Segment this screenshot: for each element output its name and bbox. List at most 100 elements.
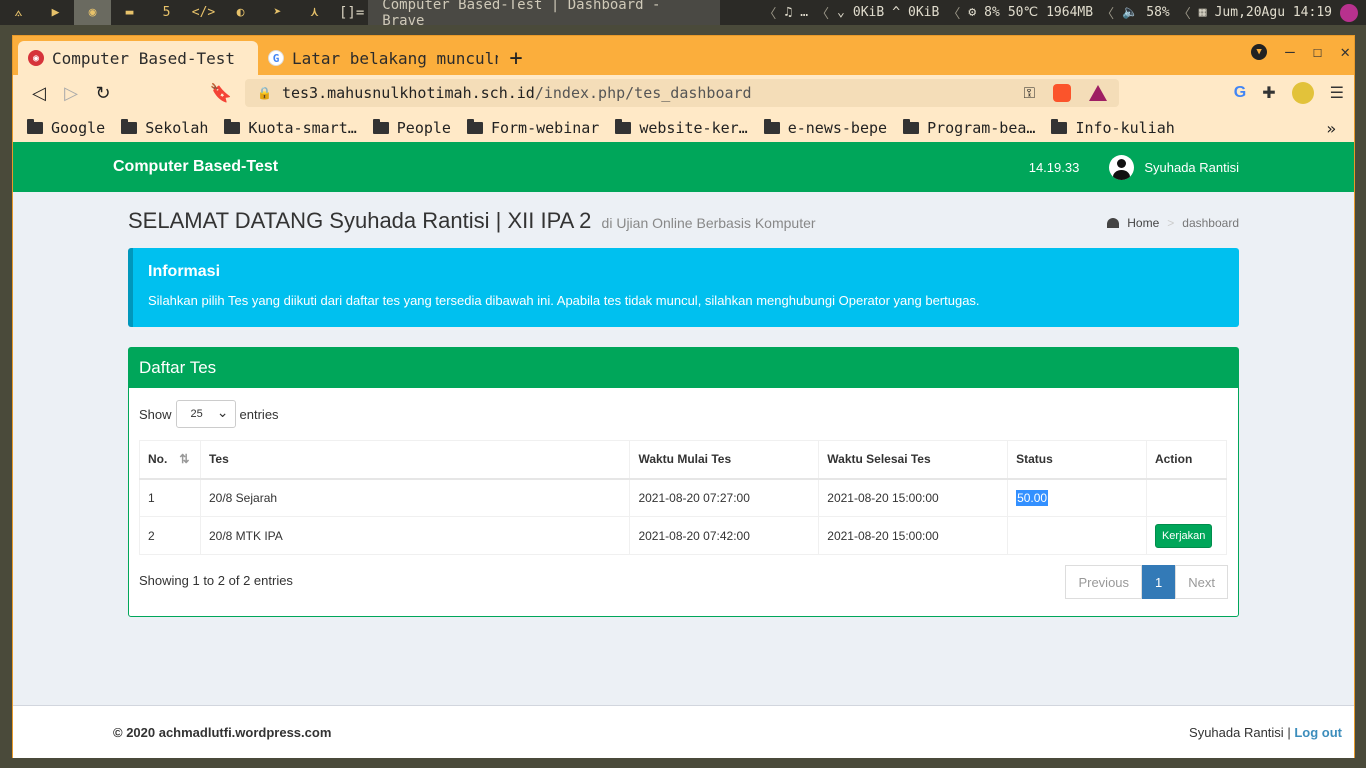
reload-button[interactable]: ↻ — [87, 79, 119, 107]
puzzle-icon[interactable]: ✚ — [1262, 83, 1275, 103]
table-row: 1 20/8 Sejarah 2021-08-20 07:27:00 2021-… — [139, 478, 1228, 517]
brand-logo[interactable]: Computer Based-Test — [113, 158, 278, 176]
tab-strip: ◉ Computer Based-Test G Latar belakang m… — [13, 36, 1354, 75]
firefox-dev-icon[interactable] — [1340, 3, 1358, 22]
brave-shields-icon[interactable] — [1053, 84, 1071, 102]
browser-workspace-icon[interactable]: ◉ — [74, 0, 111, 25]
page-1-button[interactable]: 1 — [1142, 565, 1176, 599]
tests-table: No. ⇅ Tes Waktu Mulai Tes Waktu Selesai T… — [139, 440, 1228, 555]
folder-icon — [1051, 119, 1068, 134]
back-button[interactable]: ◁ — [23, 79, 55, 107]
volume-level: 58% — [1146, 5, 1170, 20]
info-callout: Informasi Silahkan pilih Tes yang diikut… — [128, 248, 1239, 327]
net-up-icon: ^ — [892, 5, 901, 20]
maximize-icon[interactable]: ☐ — [1313, 42, 1323, 61]
bookmark-form-webinar[interactable]: Form-webinar — [466, 119, 599, 137]
folder-icon — [372, 119, 389, 134]
copyright: © 2020 achmadlutfi.wordpress.com — [113, 724, 332, 740]
minimize-icon[interactable]: — — [1285, 42, 1295, 61]
calendar-icon: ▦ — [1198, 5, 1207, 20]
forward-button[interactable]: ▷ — [55, 79, 87, 107]
folder-icon — [763, 119, 780, 134]
tab-title: Computer Based-Test — [52, 48, 236, 68]
bookmark-kuota[interactable]: Kuota-smart… — [224, 119, 357, 137]
address-bar[interactable]: 🔒 tes3.mahusnulkhotimah.sch.id /index.ph… — [245, 79, 1119, 107]
profile-avatar-icon[interactable] — [1291, 82, 1314, 104]
info-text: Silahkan pilih Tes yang diikuti dari daf… — [148, 293, 980, 308]
memory-usage: 1964MB — [1046, 5, 1094, 20]
folder-icon — [615, 119, 632, 134]
footer-user: Syuhada Rantisi — [1189, 724, 1284, 740]
folder-icon — [466, 119, 483, 134]
folder-workspace-icon[interactable]: ▬ — [111, 0, 148, 25]
user-name: Syuhada Rantisi — [1144, 159, 1239, 175]
bookmark-sekolah[interactable]: Sekolah — [121, 119, 208, 137]
entries-select[interactable]: 25 — [175, 400, 236, 428]
page-title: SELAMAT DATANG Syuhada Rantisi | XII IPA… — [128, 208, 816, 233]
column-header-status[interactable]: Status — [1007, 440, 1147, 480]
tab-latar-belakang[interactable]: G Latar belakang munculnya — [258, 41, 498, 75]
bookmark-e-news[interactable]: e-news-bepe — [763, 119, 887, 137]
key-icon[interactable]: ⚿ — [1024, 84, 1035, 102]
column-header-action[interactable]: Action — [1145, 440, 1228, 480]
column-header-tes[interactable]: Tes — [199, 440, 631, 480]
net-up: 0KiB — [908, 5, 940, 20]
url-path: /index.php/tes_dashboard — [534, 84, 752, 102]
bookmark-people[interactable]: People — [372, 119, 451, 137]
net-down-icon: ⌄ — [837, 5, 845, 20]
kerjakan-button[interactable]: Kerjakan — [1154, 523, 1213, 548]
bookmarks-overflow-icon[interactable]: » — [1326, 119, 1336, 138]
pagination: Previous 1 Next — [1065, 565, 1228, 599]
user-menu[interactable]: Syuhada Rantisi — [1109, 154, 1239, 180]
logout-link[interactable]: Log out — [1294, 725, 1342, 740]
sort-icon[interactable]: ⇅ — [179, 452, 189, 466]
arch-icon[interactable]: ⟑ — [0, 0, 37, 25]
telegram-icon[interactable]: ➤ — [259, 0, 296, 25]
tab-title: Latar belakang munculnya — [292, 48, 498, 68]
column-header-waktu-selesai[interactable]: Waktu Selesai Tes — [818, 440, 1009, 480]
breadcrumb-home[interactable]: Home — [1127, 216, 1159, 230]
bookmark-icon[interactable]: 🔖 — [205, 79, 237, 107]
column-header-waktu-mulai[interactable]: Waktu Mulai Tes — [629, 440, 820, 480]
os-top-bar: ⟑ ▶ ◉ ▬ 5 </> ◐ ➤ ⋏ []= Computer Based-T… — [0, 0, 1366, 29]
folder-icon — [903, 119, 920, 134]
menu-icon[interactable]: ☰ — [1330, 83, 1344, 103]
breadcrumb: Home > dashboard — [1107, 216, 1239, 230]
workspace-icons: ⟑ ▶ ◉ ▬ 5 </> ◐ ➤ ⋏ — [0, 0, 333, 25]
google-favicon-icon: G — [268, 50, 284, 66]
bookmark-google[interactable]: Google — [27, 119, 105, 137]
volume-icon: 🔈 — [1122, 5, 1139, 20]
clock: 14.19.33 — [1028, 159, 1080, 175]
folder-icon — [224, 119, 241, 134]
breadcrumb-current: dashboard — [1182, 216, 1239, 230]
brave-rewards-icon[interactable] — [1089, 85, 1107, 101]
bookmark-program[interactable]: Program-bea… — [903, 119, 1035, 137]
tab-search-icon[interactable]: ▼ — [1251, 43, 1268, 60]
close-icon[interactable]: ✕ — [1340, 42, 1350, 61]
browser-window: ◉ Computer Based-Test G Latar belakang m… — [12, 35, 1355, 758]
play-icon[interactable]: ▶ — [37, 0, 74, 25]
code-icon[interactable]: </> — [185, 0, 222, 25]
url-host: tes3.mahusnulkhotimah.sch.id — [281, 84, 535, 102]
cbt-favicon-icon: ◉ — [28, 50, 44, 66]
workspace-number[interactable]: 5 — [148, 0, 185, 25]
column-header-no[interactable]: No. ⇅ — [139, 440, 201, 480]
next-button[interactable]: Next — [1175, 565, 1228, 599]
lock-icon: 🔒 — [257, 86, 272, 100]
inkscape-icon[interactable]: ⋏ — [296, 0, 333, 25]
bookmark-info-kuliah[interactable]: Info-kuliah — [1051, 119, 1175, 137]
translate-icon[interactable]: G — [1234, 84, 1246, 102]
bookmark-website[interactable]: website-ker… — [615, 119, 748, 137]
web-page: Computer Based-Test 14.19.33 Syuhada Ran… — [13, 142, 1354, 758]
tab-computer-based-test[interactable]: ◉ Computer Based-Test — [18, 41, 258, 75]
previous-button[interactable]: Previous — [1065, 565, 1143, 599]
status-widgets: 〈 ♫ … 〈 ⌄ 0KiB ^ 0KiB 〈 ⚙ 8% 50℃ 1964MB … — [763, 3, 1366, 22]
layout-indicator: []= — [339, 4, 365, 21]
status-value: 50.00 — [1016, 489, 1049, 506]
cpu-icon: ⚙ — [968, 5, 977, 20]
info-title: Informasi — [148, 263, 221, 280]
bookmarks-bar: Google Sekolah Kuota-smart… People Form-… — [13, 111, 1354, 146]
new-tab-button[interactable]: + — [498, 41, 534, 75]
cpu-usage: 8% — [984, 5, 1000, 20]
firefox-icon[interactable]: ◐ — [222, 0, 259, 25]
